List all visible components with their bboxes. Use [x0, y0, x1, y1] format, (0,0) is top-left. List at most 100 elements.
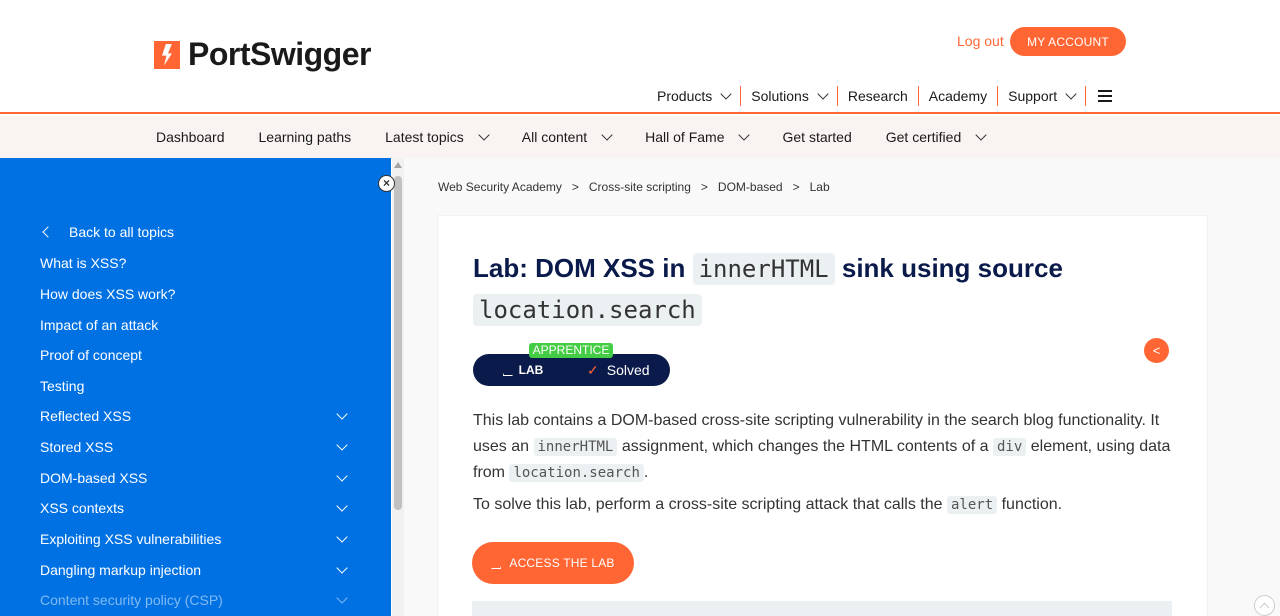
sidebar-item-xss-contexts[interactable]: XSS contexts: [40, 500, 124, 516]
flask-icon: [502, 364, 513, 376]
lab-label: LAB: [473, 363, 573, 377]
subnav-all-content[interactable]: All content: [521, 129, 613, 145]
nav-label: Academy: [928, 88, 988, 104]
sidebar-item-what-is-xss[interactable]: What is XSS?: [40, 255, 126, 271]
inline-code: alert: [946, 496, 998, 514]
title-text: sink using source: [841, 253, 1063, 283]
checkmark-icon: ✓: [587, 361, 599, 378]
scroll-to-top-icon[interactable]: [1254, 595, 1275, 616]
sidebar-item-reflected-xss[interactable]: Reflected XSS: [40, 408, 131, 424]
chevron-down-icon: [720, 88, 732, 100]
solution-panel[interactable]: [472, 601, 1172, 616]
academy-subnav: Dashboard Learning paths Latest topics A…: [0, 116, 1280, 158]
nav-label: Support: [1008, 88, 1058, 104]
sidebar-item-how-xss-works[interactable]: How does XSS work?: [40, 286, 175, 302]
back-label: Back to all topics: [69, 224, 175, 240]
breadcrumb-dom-based[interactable]: DOM-based: [718, 180, 783, 194]
nav-products[interactable]: Products: [657, 86, 742, 106]
nav-academy[interactable]: Academy: [919, 86, 999, 106]
breadcrumb-separator: >: [571, 180, 579, 194]
breadcrumb-lab[interactable]: Lab: [810, 180, 830, 194]
nav-label: Research: [847, 88, 908, 104]
breadcrumb-separator: >: [700, 180, 708, 194]
nav-solutions[interactable]: Solutions: [741, 86, 838, 106]
chevron-down-icon[interactable]: [336, 439, 348, 451]
subnav-label: Dashboard: [156, 129, 225, 145]
chevron-down-icon: [738, 129, 751, 141]
main-nav: Products Solutions Research Academy Supp…: [657, 86, 1113, 106]
nav-support[interactable]: Support: [998, 86, 1087, 106]
brand-name: PortSwigger: [188, 36, 371, 72]
back-to-topics-link[interactable]: Back to all topics: [40, 224, 174, 240]
inline-code: div: [992, 438, 1027, 456]
topic-sidebar: Back to all topics What is XSS? How does…: [0, 158, 391, 616]
chevron-down-icon[interactable]: [336, 592, 348, 604]
subnav-hall-of-fame[interactable]: Hall of Fame: [645, 129, 751, 145]
subnav-dashboard[interactable]: Dashboard: [156, 129, 225, 145]
logo-bolt-icon: [154, 40, 180, 69]
sidebar-item-testing[interactable]: Testing: [40, 378, 84, 394]
chevron-left-icon: [42, 226, 54, 238]
subnav-label: Latest topics: [385, 129, 464, 145]
lab-label-text: LAB: [518, 363, 544, 377]
sidebar-scroll-thumb[interactable]: [394, 176, 402, 510]
chevron-down-icon: [817, 88, 829, 100]
scroll-up-arrow-icon[interactable]: [394, 162, 402, 168]
subnav-label: Hall of Fame: [645, 129, 725, 145]
sidebar-item-impact[interactable]: Impact of an attack: [40, 317, 158, 333]
chevron-down-icon[interactable]: [336, 408, 348, 420]
chevron-down-icon[interactable]: [336, 531, 348, 543]
chevron-down-icon[interactable]: [336, 500, 348, 512]
chevron-down-icon[interactable]: [336, 562, 348, 574]
share-icon[interactable]: <: [1144, 338, 1169, 363]
chevron-down-icon: [975, 129, 987, 141]
subnav-label: Get started: [782, 129, 852, 145]
my-account-button[interactable]: MY ACCOUNT: [1010, 27, 1126, 56]
title-text: Lab: DOM XSS in: [473, 253, 686, 283]
sidebar-item-exploiting-xss[interactable]: Exploiting XSS vulnerabilities: [40, 531, 221, 547]
chevron-down-icon: [601, 129, 613, 141]
status-text: Solved: [606, 362, 650, 378]
subnav-learning-paths[interactable]: Learning paths: [259, 129, 352, 145]
top-header: PortSwigger Log out MY ACCOUNT Products …: [0, 0, 1280, 114]
desc-text: assignment, which changes the HTML conte…: [621, 438, 989, 455]
sidebar-item-stored-xss[interactable]: Stored XSS: [40, 439, 113, 455]
lab-solve-instructions: To solve this lab, perform a cross-site …: [473, 492, 1173, 518]
sidebar-item-csp[interactable]: Content security policy (CSP): [40, 592, 223, 608]
subnav-get-certified[interactable]: Get certified: [885, 129, 987, 145]
lab-description: This lab contains a DOM-based cross-site…: [473, 408, 1173, 486]
solved-status: ✓ Solved: [573, 362, 650, 379]
subnav-label: All content: [521, 129, 588, 145]
breadcrumb-xss[interactable]: Cross-site scripting: [589, 180, 691, 194]
inline-code: innerHTML: [533, 438, 618, 456]
sidebar-item-proof-of-concept[interactable]: Proof of concept: [40, 347, 142, 363]
subnav-get-started[interactable]: Get started: [782, 129, 851, 145]
desc-text: To solve this lab, perform a cross-site …: [473, 496, 943, 513]
subnav-label: Learning paths: [258, 129, 352, 145]
subnav-label: Get certified: [885, 129, 962, 145]
chevron-down-icon: [478, 129, 490, 141]
nav-research[interactable]: Research: [838, 86, 919, 106]
breadcrumb: Web Security Academy > Cross-site script…: [438, 180, 830, 194]
breadcrumb-academy[interactable]: Web Security Academy: [438, 180, 562, 194]
logout-link[interactable]: Log out: [957, 33, 1004, 49]
title-code: location.search: [473, 294, 702, 326]
access-lab-button[interactable]: ACCESS THE LAB: [472, 542, 634, 584]
nav-label: Solutions: [751, 88, 809, 104]
chevron-down-icon[interactable]: [336, 470, 348, 482]
nav-label: Products: [657, 88, 713, 104]
desc-text: function.: [1001, 496, 1063, 513]
portswigger-logo[interactable]: PortSwigger: [154, 36, 371, 73]
title-code: innerHTML: [692, 253, 835, 285]
hamburger-menu-icon[interactable]: [1098, 90, 1113, 102]
breadcrumb-separator: >: [792, 180, 800, 194]
chevron-down-icon: [1065, 88, 1077, 100]
subnav-latest-topics[interactable]: Latest topics: [385, 129, 490, 145]
flask-icon: [491, 557, 502, 569]
sidebar-item-dangling-markup[interactable]: Dangling markup injection: [40, 562, 201, 578]
access-lab-label: ACCESS THE LAB: [509, 556, 615, 570]
desc-text: .: [643, 464, 649, 481]
sidebar-item-dom-based-xss[interactable]: DOM-based XSS: [40, 470, 147, 486]
level-badge: APPRENTICE: [529, 343, 613, 358]
close-sidebar-icon[interactable]: ×: [378, 175, 395, 192]
